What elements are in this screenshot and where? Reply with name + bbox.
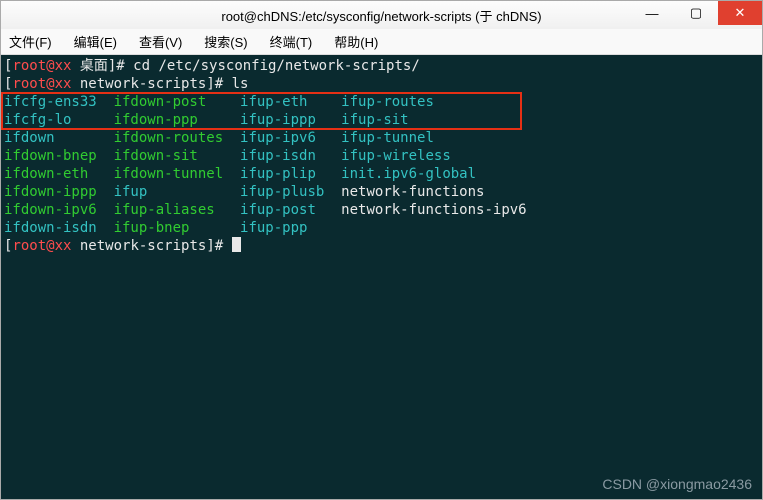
file-ifdown-ppp: ifdown-ppp bbox=[114, 111, 240, 129]
menu-search[interactable]: 搜索(S) bbox=[200, 30, 251, 53]
file-network-functions: network-functions bbox=[341, 183, 484, 201]
file-ifdown-ipv6: ifdown-ipv6 bbox=[4, 201, 114, 219]
file-ifup-plip: ifup-plip bbox=[240, 165, 341, 183]
menu-help[interactable]: 帮助(H) bbox=[330, 30, 382, 53]
close-button[interactable]: ✕ bbox=[718, 1, 762, 25]
file-ifup-eth: ifup-eth bbox=[240, 93, 341, 111]
file-init.ipv6-global: init.ipv6-global bbox=[341, 165, 476, 183]
cursor bbox=[232, 237, 241, 252]
file-ifup-ppp: ifup-ppp bbox=[240, 219, 341, 237]
file-ifdown-post: ifdown-post bbox=[114, 93, 240, 111]
file-ifdown-eth: ifdown-eth bbox=[4, 165, 114, 183]
file-ifdown: ifdown bbox=[4, 129, 114, 147]
titlebar: root@chDNS:/etc/sysconfig/network-script… bbox=[1, 1, 762, 29]
maximize-button[interactable]: ▢ bbox=[674, 1, 718, 25]
listing-row: ifcfg-ens33 ifdown-post ifup-eth ifup-ro… bbox=[4, 93, 759, 111]
file-ifup-post: ifup-post bbox=[240, 201, 341, 219]
command-ls: ls bbox=[232, 75, 249, 93]
menu-file[interactable]: 文件(F) bbox=[5, 30, 56, 53]
file-ifup-ipv6: ifup-ipv6 bbox=[240, 129, 341, 147]
listing-row: ifdown-eth ifdown-tunnel ifup-plip init.… bbox=[4, 165, 759, 183]
file-ifdown-sit: ifdown-sit bbox=[114, 147, 240, 165]
file-ifup-aliases: ifup-aliases bbox=[114, 201, 240, 219]
file-ifcfg-lo: ifcfg-lo bbox=[4, 111, 114, 129]
menu-terminal[interactable]: 终端(T) bbox=[266, 30, 317, 53]
file-ifup-routes: ifup-routes bbox=[341, 93, 434, 111]
file-ifup-ippp: ifup-ippp bbox=[240, 111, 341, 129]
ls-output: ifcfg-ens33 ifdown-post ifup-eth ifup-ro… bbox=[4, 93, 759, 237]
terminal-window: root@chDNS:/etc/sysconfig/network-script… bbox=[0, 0, 763, 500]
listing-row: ifdown ifdown-routes ifup-ipv6 ifup-tunn… bbox=[4, 129, 759, 147]
terminal-body[interactable]: [root@xx 桌面]# cd /etc/sysconfig/network-… bbox=[1, 55, 762, 499]
file-ifdown-routes: ifdown-routes bbox=[114, 129, 240, 147]
file-ifup-plusb: ifup-plusb bbox=[240, 183, 341, 201]
menubar: 文件(F) 编辑(E) 查看(V) 搜索(S) 终端(T) 帮助(H) bbox=[1, 29, 762, 55]
listing-row: ifdown-ippp ifup ifup-plusb network-func… bbox=[4, 183, 759, 201]
file-ifcfg-ens33: ifcfg-ens33 bbox=[4, 93, 114, 111]
file-ifup: ifup bbox=[114, 183, 240, 201]
window-buttons: — ▢ ✕ bbox=[630, 1, 762, 25]
file-ifup-wireless: ifup-wireless bbox=[341, 147, 451, 165]
listing-row: ifdown-ipv6 ifup-aliases ifup-post netwo… bbox=[4, 201, 759, 219]
listing-row: ifdown-bnep ifdown-sit ifup-isdn ifup-wi… bbox=[4, 147, 759, 165]
prompt-line-2: [root@xx network-scripts]# ls bbox=[4, 75, 759, 93]
listing-row: ifdown-isdn ifup-bnep ifup-ppp bbox=[4, 219, 759, 237]
menu-view[interactable]: 查看(V) bbox=[135, 30, 186, 53]
file-network-functions-ipv6: network-functions-ipv6 bbox=[341, 201, 526, 219]
listing-row: ifcfg-lo ifdown-ppp ifup-ippp ifup-sit bbox=[4, 111, 759, 129]
minimize-button[interactable]: — bbox=[630, 1, 674, 25]
file-ifdown-tunnel: ifdown-tunnel bbox=[114, 165, 240, 183]
file-ifdown-bnep: ifdown-bnep bbox=[4, 147, 114, 165]
file-ifdown-isdn: ifdown-isdn bbox=[4, 219, 114, 237]
file-ifup-isdn: ifup-isdn bbox=[240, 147, 341, 165]
file-ifup-sit: ifup-sit bbox=[341, 111, 408, 129]
file-ifdown-ippp: ifdown-ippp bbox=[4, 183, 114, 201]
watermark: CSDN @xiongmao2436 bbox=[602, 475, 752, 493]
command-cd: cd /etc/sysconfig/network-scripts/ bbox=[133, 57, 420, 75]
menu-edit[interactable]: 编辑(E) bbox=[70, 30, 121, 53]
prompt-line-3: [root@xx network-scripts]# bbox=[4, 237, 759, 255]
prompt-line-1: [root@xx 桌面]# cd /etc/sysconfig/network-… bbox=[4, 57, 759, 75]
file-ifup-bnep: ifup-bnep bbox=[114, 219, 240, 237]
file-ifup-tunnel: ifup-tunnel bbox=[341, 129, 434, 147]
window-title: root@chDNS:/etc/sysconfig/network-script… bbox=[221, 6, 541, 25]
